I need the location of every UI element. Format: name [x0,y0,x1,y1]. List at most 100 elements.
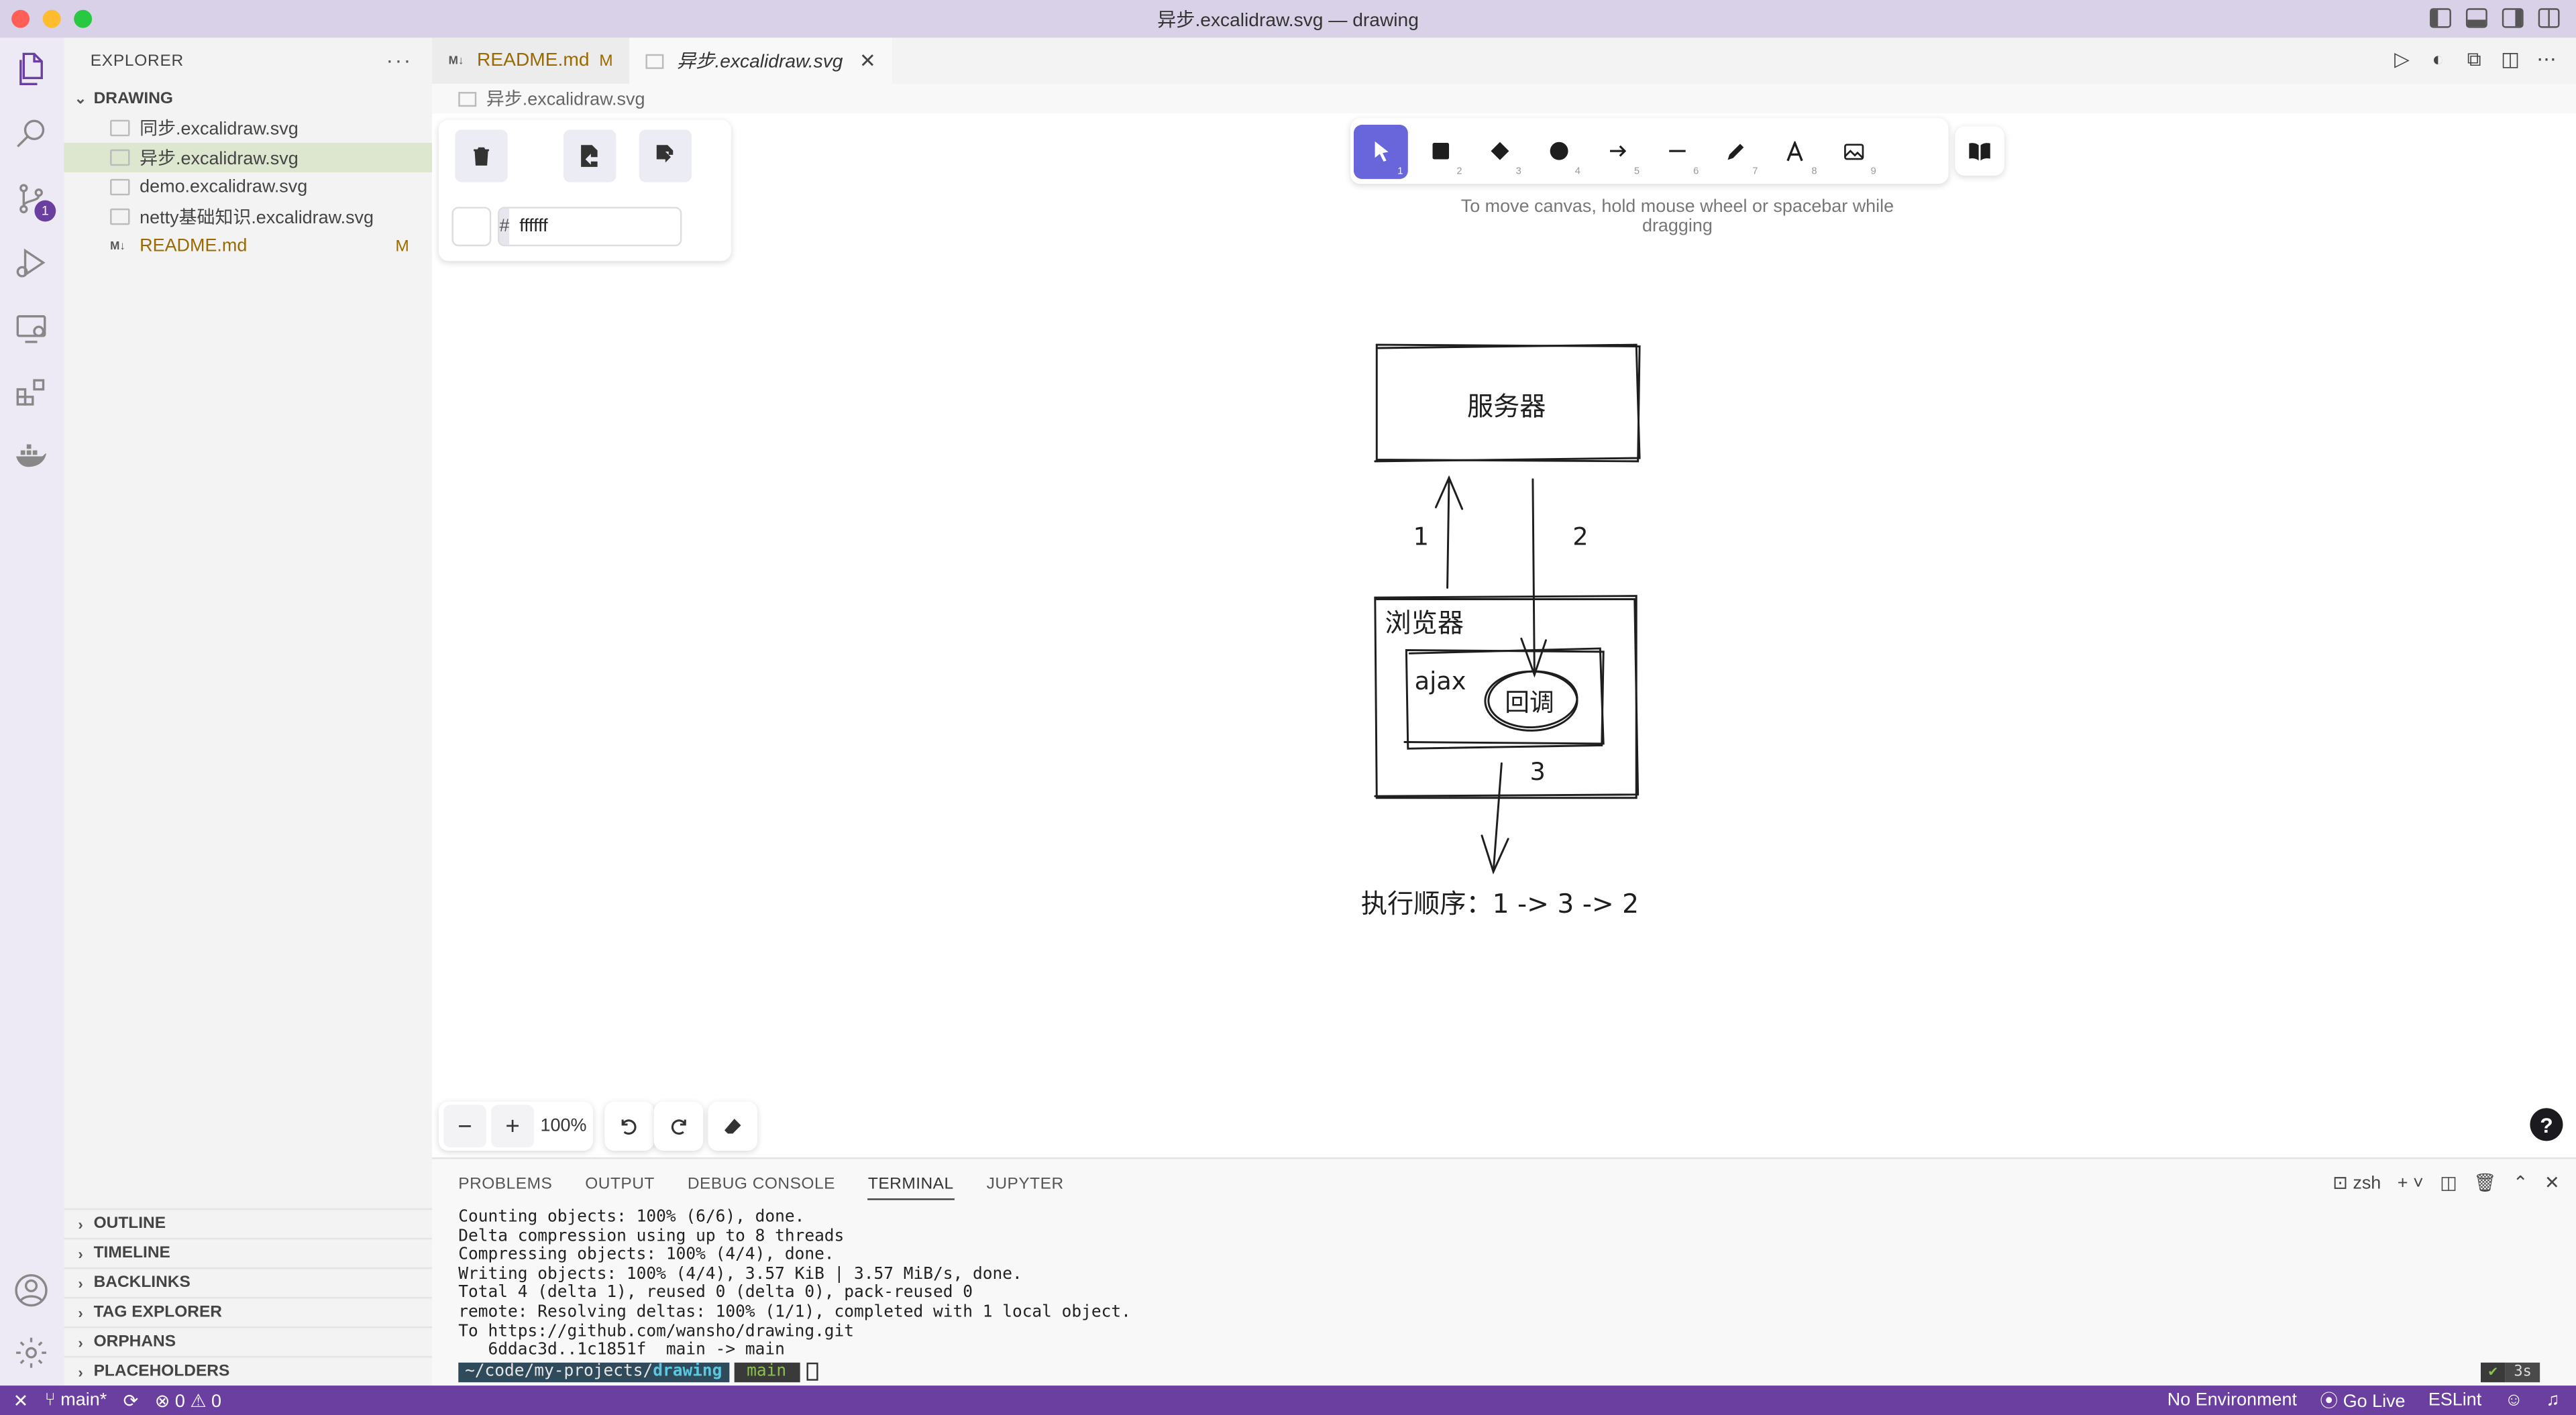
theme-toggle-icon[interactable]: ◐ [2428,49,2448,68]
open-preview-icon[interactable]: ⧉ [2464,49,2483,68]
help-icon[interactable]: ? [2530,1108,2563,1141]
activity-bar: 1 [0,38,64,1386]
run-debug-icon[interactable] [13,245,50,281]
section-orphans[interactable]: › ORPHANS [64,1326,433,1356]
section-backlinks[interactable]: › BACKLINKS [64,1267,433,1297]
tab-output[interactable]: OUTPUT [585,1175,655,1193]
maximize-panel-icon[interactable]: ⌃ [2513,1172,2528,1193]
undo-icon [621,1119,637,1135]
tab-problems[interactable]: PROBLEMS [458,1175,552,1193]
title-bar: 异步.excalidraw.svg — drawing [0,0,2576,38]
new-terminal-icon[interactable]: + ˅ [2398,1173,2424,1192]
terminal-output[interactable]: Counting objects: 100% (6/6), done. Delta… [432,1208,2576,1361]
remote-icon[interactable]: ✕ [13,1390,29,1411]
more-actions-icon[interactable]: ··· [386,48,413,72]
docker-icon[interactable] [13,439,50,475]
redo-button[interactable] [653,1101,704,1151]
accounts-icon[interactable] [13,1272,50,1308]
explorer-icon[interactable] [13,51,50,87]
go-live-item[interactable]: ⦿ Go Live [2320,1388,2405,1414]
python-environment[interactable]: No Environment [2167,1390,2297,1410]
svg-file-icon [110,178,130,196]
ajax-box[interactable] [1403,647,1605,750]
toggle-secondary-sidebar-icon[interactable] [2502,8,2524,28]
excalidraw-canvas[interactable]: # 1 2 3 4 [432,113,2576,1157]
tab-terminal[interactable]: TERMINAL [867,1175,954,1200]
svg-file-icon [110,119,130,137]
zoom-window-button[interactable] [74,9,93,28]
broadcast-icon: ⦿ [2320,1392,2343,1412]
tab-debug-console[interactable]: DEBUG CONSOLE [688,1175,835,1193]
toggle-panel-icon[interactable] [2465,8,2487,28]
section-timeline[interactable]: › TIMELINE [64,1237,433,1267]
section-tag-explorer[interactable]: › TAG EXPLORER [64,1296,433,1326]
section-label: TIMELINE [93,1244,170,1263]
branch-item[interactable]: ⑂ main* [45,1390,107,1410]
notifications-bell-icon[interactable]: ♫ [2546,1390,2559,1410]
source-control-icon[interactable]: 1 [13,180,56,222]
close-tab-icon[interactable]: ✕ [859,49,876,72]
file-item[interactable]: netty基础知识.excalidraw.svg [64,202,433,231]
more-actions-icon[interactable]: ⋯ [2536,49,2556,68]
explorer-sidebar: EXPLORER ··· ⌄ DRAWING 同步.excalidraw.svg… [64,38,433,1386]
file-item-readme[interactable]: M↓ README.md M [64,231,433,261]
minimize-window-button[interactable] [42,9,61,28]
zoom-in-button[interactable]: + [491,1105,534,1148]
file-name: demo.excalidraw.svg [140,177,308,197]
execution-order-label: 执行顺序：1 -> 3 -> 2 [1361,889,1639,919]
terminal-line: Total 4 (delta 1), reused 0 (delta 0), p… [458,1284,973,1303]
folder-drawing[interactable]: ⌄ DRAWING [64,84,433,113]
erase-button[interactable] [708,1101,757,1151]
file-item-selected[interactable]: 异步.excalidraw.svg [64,142,433,173]
scm-badge: 1 [34,200,56,222]
file-item[interactable]: demo.excalidraw.svg [64,172,433,202]
arrow-2[interactable] [1520,478,1547,678]
terminal-shell-selector[interactable]: ⊡ zsh [2332,1172,2381,1193]
chevron-right-icon: › [78,1215,83,1233]
breadcrumb[interactable]: 异步.excalidraw.svg [432,84,645,113]
settings-gear-icon[interactable] [13,1335,50,1371]
zoom-out-button[interactable]: − [443,1105,486,1148]
remote-explorer-icon[interactable] [13,310,50,347]
section-label: ORPHANS [93,1333,176,1351]
zoom-level[interactable]: 100% [534,1117,593,1136]
error-count: 0 [174,1391,185,1412]
file-name: 异步.excalidraw.svg [140,149,299,170]
extensions-icon[interactable] [13,374,50,410]
folder-label: DRAWING [93,89,173,108]
markdown-file-icon: M↓ [448,55,464,67]
kill-terminal-icon[interactable]: 🗑 [2473,1172,2496,1193]
close-window-button[interactable] [11,9,30,28]
arrow-3[interactable] [1481,762,1509,874]
svg-file-icon [110,208,130,225]
tab-async-svg[interactable]: 异步.excalidraw.svg ✕ [629,38,893,84]
toggle-sidebar-icon[interactable] [2430,8,2451,28]
problems-item[interactable]: ⊗ 0 ⚠ 0 [155,1390,221,1411]
modified-badge: M [599,52,613,70]
file-name: netty基础知识.excalidraw.svg [140,208,374,229]
tab-readme[interactable]: M↓ README.md M [432,38,630,84]
eslint-item[interactable]: ESLint [2428,1390,2481,1410]
split-editor-icon[interactable]: ◫ [2500,49,2520,68]
close-panel-icon[interactable]: ✕ [2544,1172,2560,1193]
svg-file-icon [458,91,477,106]
breadcrumb-file: 异步.excalidraw.svg [486,90,645,111]
run-icon[interactable]: ▷ [2392,49,2412,68]
go-live-label: Go Live [2343,1392,2406,1412]
search-icon[interactable] [13,115,50,151]
feedback-icon[interactable]: ☺ [2505,1390,2524,1410]
split-terminal-icon[interactable]: ◫ [2440,1172,2457,1193]
panel-tabs: PROBLEMS OUTPUT DEBUG CONSOLE TERMINAL J… [432,1159,2576,1208]
file-item[interactable]: 同步.excalidraw.svg [64,113,433,143]
customize-layout-icon[interactable] [2538,8,2560,28]
section-outline[interactable]: › OUTLINE [64,1208,433,1238]
undo-button[interactable] [604,1101,654,1151]
section-placeholders[interactable]: › PLACEHOLDERS [64,1356,433,1385]
terminal-line: Counting objects: 100% (6/6), done. [458,1208,805,1227]
sync-icon[interactable]: ⟳ [123,1390,139,1411]
tab-jupyter[interactable]: JUPYTER [987,1175,1064,1193]
terminal-line: Delta compression using up to 8 threads [458,1227,845,1246]
editor-actions: ▷ ◐ ⧉ ◫ ⋯ [2392,49,2557,68]
arrow-1[interactable] [1434,475,1464,589]
error-icon: ⊗ [154,1391,175,1412]
